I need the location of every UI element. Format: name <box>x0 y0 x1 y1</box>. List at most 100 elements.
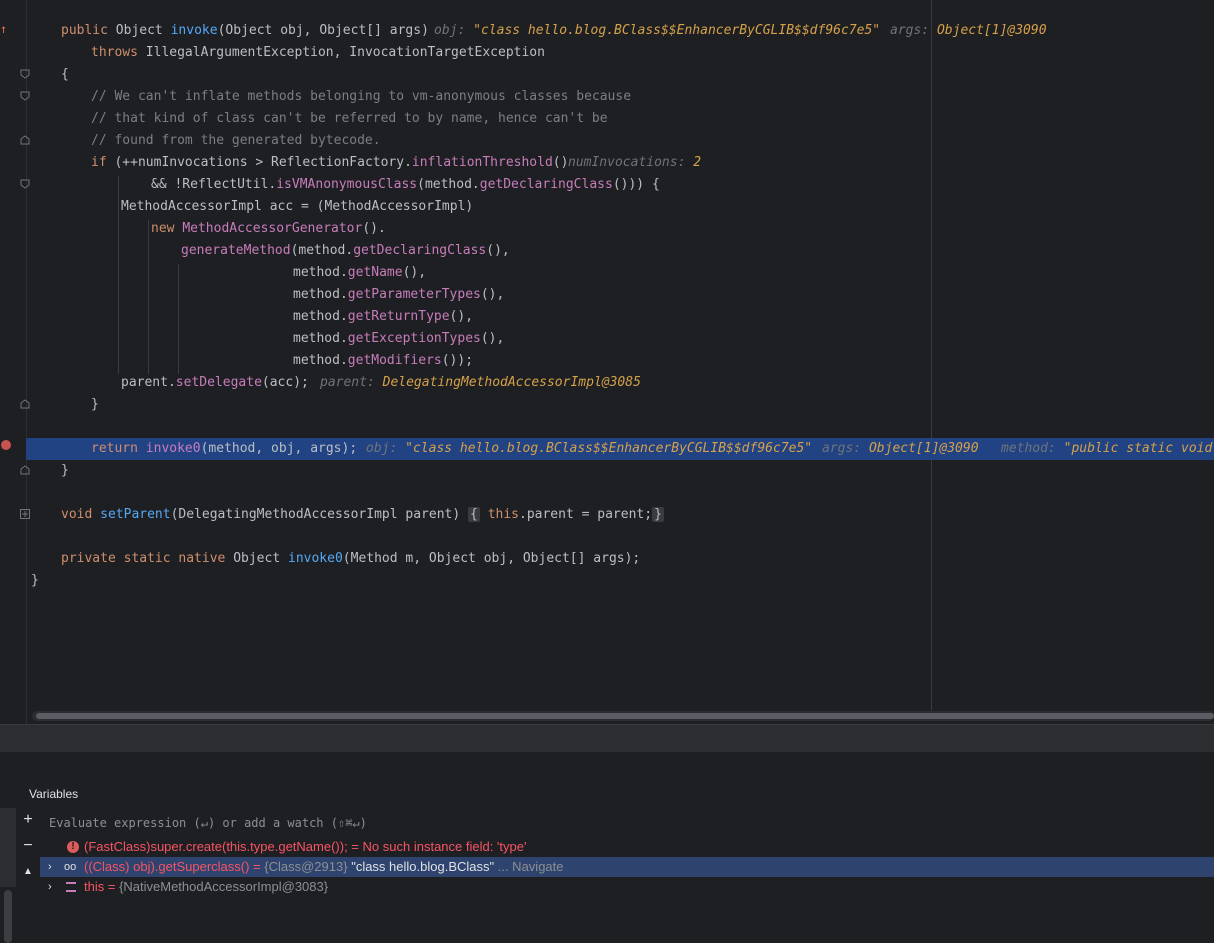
add-watch-button[interactable]: + <box>20 812 36 828</box>
watch-row[interactable]: ! (FastClass)super.create(this.type.getN… <box>40 837 1214 857</box>
code-token: ); <box>341 441 358 456</box>
folded-brace[interactable]: } <box>652 507 664 522</box>
code-line[interactable]: new MethodAccessorGenerator(). <box>26 218 1214 240</box>
code-line[interactable]: // that kind of class can't be referred … <box>26 108 1214 130</box>
variable-row[interactable]: › this = {NativeMethodAccessorImpl@3083} <box>40 877 1214 897</box>
code-line[interactable]: method.getReturnType(), <box>26 306 1214 328</box>
code-token: getDeclaringClass <box>353 243 487 258</box>
code-token: } <box>31 573 39 588</box>
code-line[interactable]: if (++numInvocations > ReflectionFactory… <box>26 152 1214 174</box>
code-token: inflationThreshold <box>411 155 553 170</box>
chevron-right-icon[interactable]: › <box>48 857 52 877</box>
code-line[interactable]: } <box>26 570 1214 592</box>
error-icon: ! <box>67 841 79 853</box>
code-token: isVMAnonymousClass <box>276 177 418 192</box>
code-editor[interactable]: ↑ public Object invoke(Object obj, Objec… <box>0 0 1214 724</box>
code-token: (method. <box>417 177 480 192</box>
debug-panel: Variables + − ▲ ! (FastClass)super.creat… <box>0 752 1214 943</box>
breakpoint-icon[interactable] <box>1 440 11 450</box>
current-execution-line[interactable]: return invoke0(method, obj, args); obj: … <box>26 438 1214 460</box>
code-token: MethodAccessorGenerator <box>182 221 363 236</box>
code-token: setParent <box>100 507 171 522</box>
code-line[interactable]: // We can't inflate methods belonging to… <box>26 86 1214 108</box>
code-line[interactable]: method.getModifiers()); <box>26 350 1214 372</box>
code-token: method. <box>293 287 348 302</box>
inline-hint-label: args: <box>822 441 862 456</box>
evaluate-expression-input[interactable] <box>41 812 1214 834</box>
watch-expression: (FastClass)super.create(this.type.getNam… <box>84 839 359 854</box>
inline-hint-value[interactable]: "public static void m <box>1064 441 1214 456</box>
object-reference: {Class@2913} <box>264 859 348 874</box>
horizontal-scrollbar-thumb[interactable] <box>36 713 1214 719</box>
code-line[interactable]: public Object invoke(Object obj, Object[… <box>26 20 1214 42</box>
code-line[interactable]: parent.setDelegate(acc); parent: Delegat… <box>26 372 1214 394</box>
code-line[interactable]: method.getName(), <box>26 262 1214 284</box>
code-line[interactable]: private static native Object invoke0(Met… <box>26 548 1214 570</box>
code-token: obj <box>280 23 304 38</box>
code-token: ; <box>644 507 653 522</box>
inline-hint-value[interactable]: Object[1]@3090 <box>869 441 979 456</box>
override-arrow-icon[interactable]: ↑ <box>0 22 7 36</box>
code-token: method. <box>293 309 348 324</box>
folded-brace[interactable]: { <box>468 507 480 522</box>
watch-tools: + − ▲ <box>16 808 40 887</box>
chevron-right-icon[interactable]: › <box>48 877 52 897</box>
code-token: return <box>91 441 138 456</box>
inline-hint-value[interactable]: "class hello.blog.BClass$$EnhancerByCGLI… <box>473 23 880 38</box>
inline-hint-value[interactable]: "class hello.blog.BClass$$EnhancerByCGLI… <box>405 441 812 456</box>
move-up-button[interactable]: ▲ <box>20 864 36 880</box>
code-line[interactable]: // found from the generated bytecode. <box>26 130 1214 152</box>
inline-hint-value[interactable]: DelegatingMethodAccessorImpl@3085 <box>383 375 641 390</box>
code-token: (), <box>480 331 505 346</box>
inline-hint-label: obj: <box>434 23 466 38</box>
vertical-scrollbar[interactable] <box>4 890 12 943</box>
inline-hint-label: args: <box>890 23 930 38</box>
code-line[interactable]: method.getParameterTypes(), <box>26 284 1214 306</box>
code-token: getModifiers <box>347 353 442 368</box>
watch-row[interactable]: › oo ((Class) obj).getSuperclass() = {Cl… <box>40 857 1214 877</box>
code-token: () <box>552 155 569 170</box>
code-token: this <box>487 507 519 522</box>
code-line[interactable]: throws IllegalArgumentException, Invocat… <box>26 42 1214 64</box>
code-token: Object <box>233 551 281 566</box>
code-line[interactable]: && !ReflectUtil.isVMAnonymousClass(metho… <box>26 174 1214 196</box>
horizontal-scrollbar[interactable] <box>32 711 1214 721</box>
watch-value: "class hello.blog.BClass" <box>351 859 495 874</box>
code-token: IllegalArgumentException, InvocationTarg… <box>145 45 545 60</box>
code-token: if <box>91 155 107 170</box>
watch-glasses-icon: oo <box>64 861 77 873</box>
code-token: getReturnType <box>347 309 450 324</box>
code-line[interactable]: } <box>26 460 1214 482</box>
code-token: parent <box>405 507 453 522</box>
code-comment: // found from the generated bytecode. <box>91 133 381 148</box>
code-token: invoke <box>170 23 218 38</box>
code-token: void <box>61 507 93 522</box>
code-token: (Object <box>217 23 273 38</box>
code-line[interactable]: method.getExceptionTypes(), <box>26 328 1214 350</box>
code-line[interactable]: { <box>26 64 1214 86</box>
code-line[interactable]: generateMethod(method.getDeclaringClass(… <box>26 240 1214 262</box>
code-token: , Object <box>413 551 476 566</box>
code-token: MethodAccessorImpl <box>121 199 262 214</box>
watch-error-message: No such instance field: 'type' <box>362 839 527 854</box>
code-token: (), <box>402 265 427 280</box>
inline-hint-value[interactable]: 2 <box>693 155 701 170</box>
code-line[interactable]: MethodAccessorImpl acc = (MethodAccessor… <box>26 196 1214 218</box>
code-token: ()); <box>441 353 474 368</box>
code-token: acc <box>269 199 294 214</box>
code-token: setDelegate <box>175 375 262 390</box>
watch-expression: ((Class) obj).getSuperclass() = <box>84 859 261 874</box>
inline-hint-value[interactable]: Object[1]@3090 <box>937 23 1047 38</box>
code-token: .parent = <box>519 507 590 522</box>
field-icon <box>66 882 76 892</box>
tab-variables[interactable]: Variables <box>29 780 78 808</box>
code-line[interactable]: } <box>26 394 1214 416</box>
code-token: ) <box>421 23 429 38</box>
navigate-link[interactable]: ... Navigate <box>498 859 564 874</box>
code-line[interactable]: void setParent(DelegatingMethodAccessorI… <box>26 504 1214 526</box>
code-token: , Object[] <box>507 551 586 566</box>
code-token: throws <box>91 45 138 60</box>
panel-sidebar <box>0 808 16 943</box>
remove-watch-button[interactable]: − <box>20 838 36 854</box>
code-token: (), <box>449 309 474 324</box>
